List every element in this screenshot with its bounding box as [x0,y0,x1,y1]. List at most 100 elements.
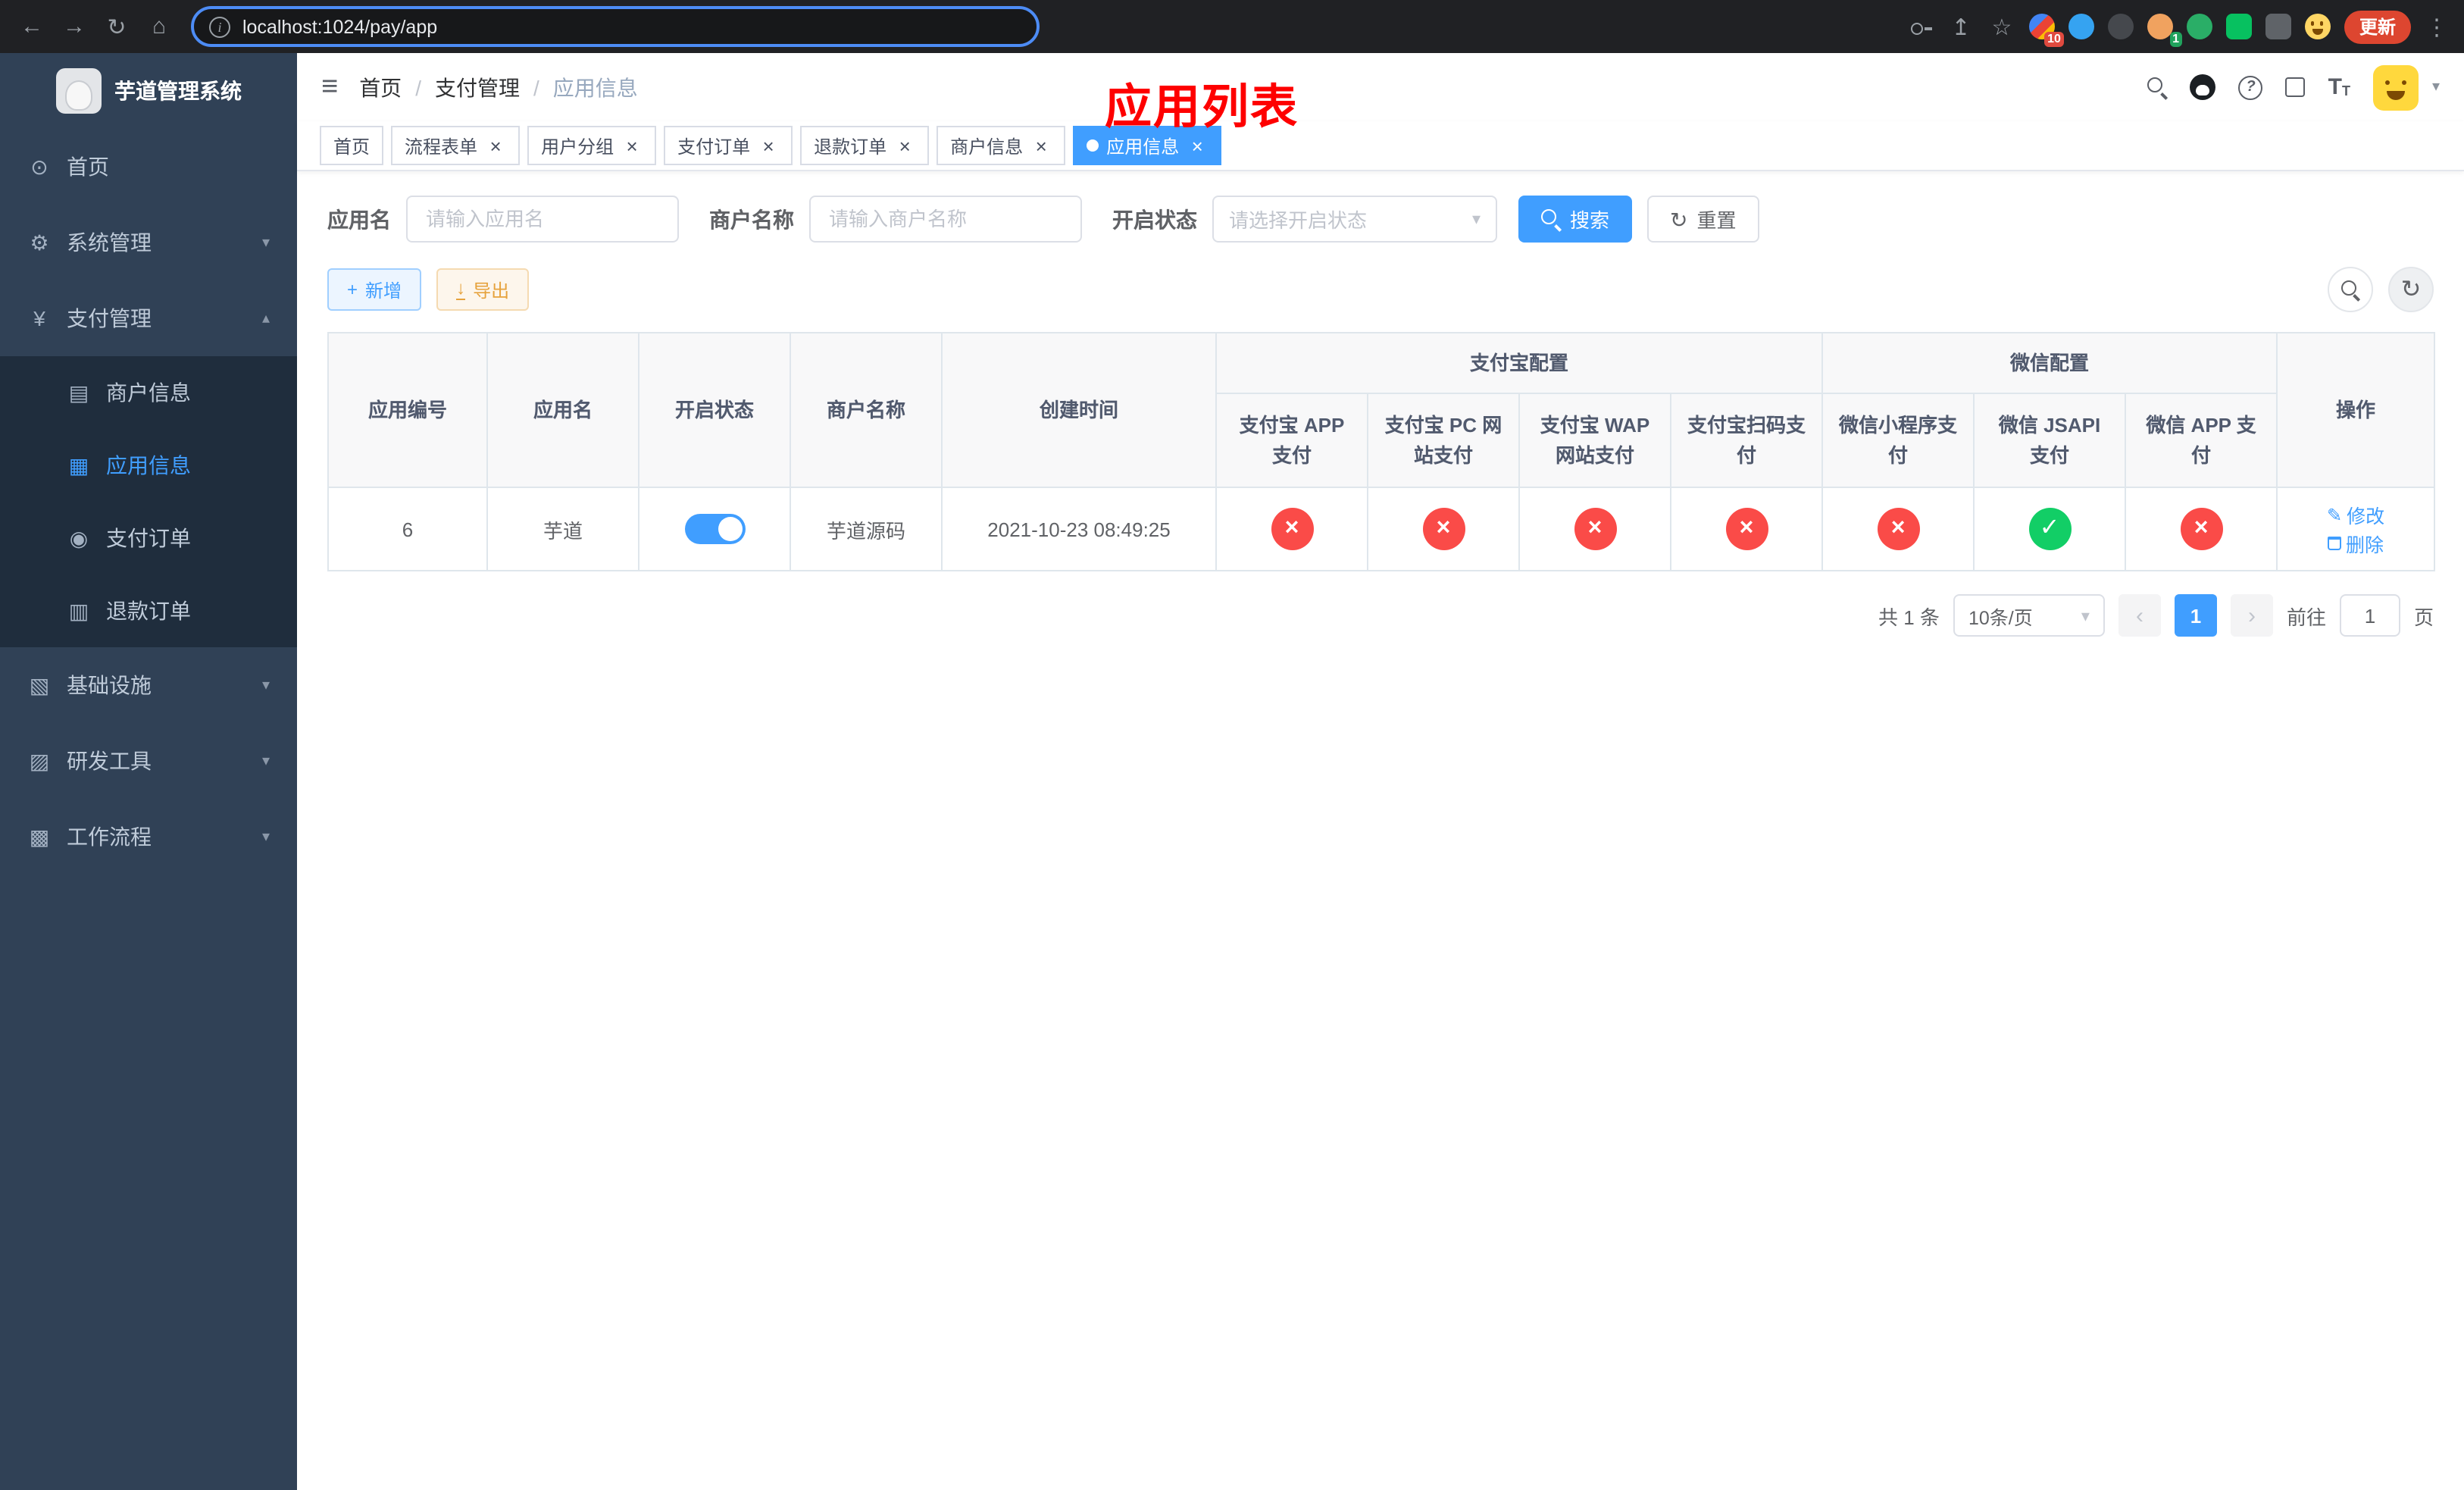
sidebar-item-refund-orders[interactable]: ▥ 退款订单 [0,574,297,647]
tag-home[interactable]: 首页 [320,126,384,165]
menu-dots-icon[interactable]: ⋮ [2425,7,2449,46]
sidebar-item-label: 支付管理 [67,306,152,330]
tag-merchant-info[interactable]: 商户信息 × [937,126,1066,165]
app-name-input[interactable] [406,196,679,243]
extension-icon-5[interactable] [2186,14,2212,39]
cell-wx-jsapi: ✓ [1973,487,2127,571]
cell-wx-app: × [2125,487,2278,571]
col-wx-app: 微信 APP 支付 [2125,393,2278,488]
home-icon[interactable]: ⌂ [139,7,179,46]
goto-page-input[interactable] [2339,594,2400,637]
grid-icon: ▦ [68,452,89,477]
close-tag-icon[interactable]: × [1187,135,1208,156]
tag-refund-orders[interactable]: 退款订单 × [800,126,930,165]
breadcrumb-home[interactable]: 首页 [359,72,402,102]
tag-user-group[interactable]: 用户分组 × [527,126,657,165]
sidebar-item-app-info[interactable]: ▦ 应用信息 [0,429,297,502]
merchant-name-input[interactable] [809,196,1082,243]
add-button[interactable]: + 新增 [327,268,422,311]
search-button-label: 搜索 [1570,209,1610,232]
share-icon[interactable]: ↥ [1947,7,1975,46]
add-button-label: 新增 [365,280,402,301]
extension-icon-1[interactable]: 10 [2028,14,2064,47]
close-tag-icon[interactable]: × [621,135,643,156]
sidebar-item-pay-orders[interactable]: ◉ 支付订单 [0,502,297,574]
address-bar[interactable]: i localhost:1024/pay/app [191,6,1040,47]
alipay-app-status-icon: × [1271,508,1313,550]
page-size-select[interactable]: 10条/页 ▾ [1953,594,2105,637]
reload-icon[interactable]: ↻ [97,7,136,46]
col-created: 创建时间 [941,332,1217,488]
fullscreen-icon[interactable] [2285,77,2306,97]
edit-link[interactable]: ✎ 修改 [2327,500,2384,529]
font-size-icon[interactable]: TT [2328,74,2350,99]
sidebar: 芋道管理系统 ⊙ 首页 ⚙ 系统管理 ▾ ¥ 支付管理 ▴ ▤ 商户信息 ▦ 应… [0,53,297,1490]
header-search-icon[interactable] [2147,77,2168,97]
sidebar-item-dev-tools[interactable]: ▨ 研发工具 ▾ [0,723,297,799]
cell-app-name: 芋道 [486,487,639,571]
site-info-icon[interactable]: i [209,16,230,37]
next-page-button[interactable]: › [2230,594,2273,637]
col-merchant: 商户名称 [790,332,943,488]
status-toggle[interactable] [684,514,745,544]
extension-badge: 1 [2169,32,2182,47]
chevron-down-icon: ▾ [1471,211,1481,229]
delete-link[interactable]: 删除 [2328,529,2384,558]
chevron-down-icon: ▾ [261,234,270,251]
search-button[interactable]: 搜索 [1518,196,1633,243]
help-icon[interactable]: ? [2238,75,2263,99]
export-button[interactable]: ↓ 导出 [436,268,530,311]
back-icon[interactable]: ← [12,7,52,46]
sidebar-item-workflow[interactable]: ▩ 工作流程 ▾ [0,799,297,875]
close-tag-icon[interactable]: × [1030,135,1052,156]
sidebar-item-system[interactable]: ⚙ 系统管理 ▾ [0,205,297,280]
status-select[interactable]: 请选择开启状态 ▾ [1212,196,1497,243]
avatar-caret-icon[interactable]: ▾ [2432,79,2440,95]
col-actions: 操作 [2276,332,2436,488]
bank-card-icon: ▤ [68,380,89,404]
extension-icon-3[interactable] [2107,14,2134,39]
cell-wx-mini: × [1821,487,1975,571]
refresh-table-button[interactable]: ↻ [2388,267,2434,312]
breadcrumb-separator: / [533,75,539,99]
sidebar-item-infrastructure[interactable]: ▧ 基础设施 ▾ [0,647,297,723]
toggle-search-button[interactable] [2328,267,2373,312]
user-avatar[interactable] [2372,64,2419,110]
forward-icon[interactable]: → [55,7,94,46]
app-name-label: 应用名 [327,207,391,231]
browser-toolbar-right: ↥ ☆ 10 1 更新 ⋮ [1909,7,2452,47]
profile-emoji-icon[interactable] [2304,14,2331,39]
tag-pay-orders[interactable]: 支付订单 × [664,126,793,165]
extension-icon-4[interactable]: 1 [2147,14,2182,47]
tag-process-form[interactable]: 流程表单 × [391,126,521,165]
tag-label: 退款订单 [814,136,887,157]
extension-icon-6[interactable] [2225,14,2252,39]
sidebar-item-merchant-info[interactable]: ▤ 商户信息 [0,356,297,429]
extension-badge: 10 [2044,32,2064,47]
order-icon: ◉ [69,525,89,549]
sidebar-toggle-icon[interactable]: ≡ [321,70,338,104]
font-large-glyph: T [2328,74,2342,99]
wx-app-status-icon: × [2180,508,2223,550]
payment-submenu: ▤ 商户信息 ▦ 应用信息 ◉ 支付订单 ▥ 退款订单 [0,356,297,647]
close-tag-icon[interactable]: × [485,135,506,156]
col-alipay-app: 支付宝 APP 支付 [1215,393,1368,488]
app-table: 应用编号 应用名 开启状态 商户名称 创建时间 支付宝配置 微信配置 操作 支付… [327,332,2436,571]
table-tools: ↻ [2328,267,2434,312]
refresh-icon: ↻ [2400,277,2422,303]
bookmark-star-icon[interactable]: ☆ [1988,7,2015,46]
browser-window: ← → ↻ ⌂ i localhost:1024/pay/app ↥ ☆ 10 … [0,0,2464,1490]
sidebar-item-payment[interactable]: ¥ 支付管理 ▴ [0,280,297,356]
update-button[interactable]: 更新 [2344,10,2411,43]
reset-button[interactable]: ↻ 重置 [1647,196,1759,243]
current-page-button[interactable]: 1 [2174,594,2217,637]
extension-icon-7[interactable] [2265,14,2291,39]
password-key-icon[interactable] [1909,16,1934,37]
github-icon[interactable] [2190,74,2216,100]
breadcrumb-payment[interactable]: 支付管理 [435,72,520,102]
extension-icon-2[interactable] [2068,14,2094,39]
prev-page-button[interactable]: ‹ [2118,594,2161,637]
sidebar-item-home[interactable]: ⊙ 首页 [0,129,297,205]
close-tag-icon[interactable]: × [894,135,915,156]
close-tag-icon[interactable]: × [758,135,779,156]
